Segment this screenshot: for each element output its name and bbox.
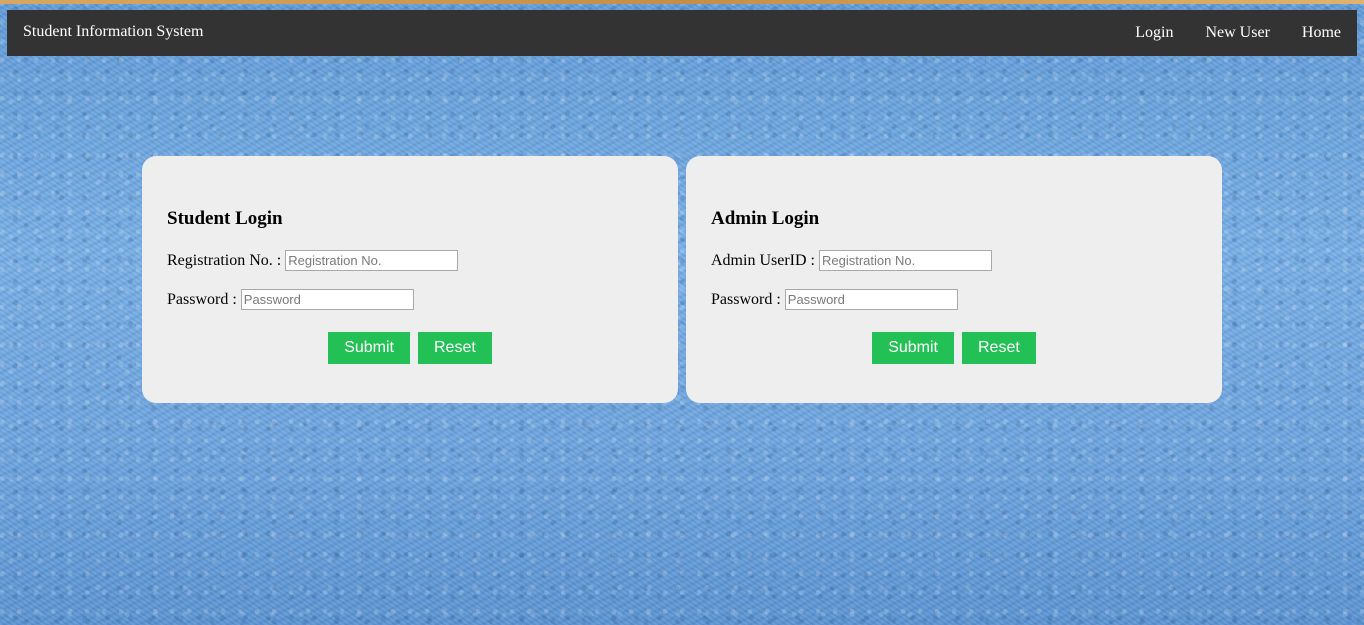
student-login-card: Student Login Registration No. : Passwor… (142, 156, 678, 403)
admin-submit-button[interactable]: Submit (872, 332, 954, 364)
student-submit-button[interactable]: Submit (328, 332, 410, 364)
registration-row: Registration No. : (167, 250, 459, 271)
nav-link-home[interactable]: Home (1286, 10, 1357, 56)
admin-userid-row: Admin UserID : (711, 250, 992, 271)
student-password-row: Password : (167, 289, 414, 310)
student-password-label: Password : (167, 290, 237, 308)
site-title: Student Information System (23, 23, 204, 40)
admin-login-title: Admin Login (711, 208, 820, 229)
nav-link-login[interactable]: Login (1119, 10, 1189, 56)
admin-password-label: Password : (711, 290, 781, 308)
registration-label: Registration No. : (167, 251, 282, 269)
student-button-group: Submit Reset (142, 332, 678, 364)
nav-link-new-user[interactable]: New User (1189, 10, 1285, 56)
admin-password-input[interactable] (784, 289, 958, 310)
student-password-input[interactable] (240, 289, 414, 310)
admin-userid-input[interactable] (818, 250, 992, 271)
student-login-title: Student Login (167, 208, 283, 229)
admin-login-card: Admin Login Admin UserID : Password : Su… (686, 156, 1222, 403)
admin-userid-label: Admin UserID : (711, 251, 815, 269)
nav-links: Login New User Home (1119, 10, 1357, 56)
admin-password-row: Password : (711, 289, 958, 310)
admin-reset-button[interactable]: Reset (962, 332, 1036, 364)
student-reset-button[interactable]: Reset (418, 332, 492, 364)
top-navbar: Student Information System Login New Use… (7, 10, 1357, 56)
admin-button-group: Submit Reset (686, 332, 1222, 364)
top-edge-strip (0, 0, 1364, 4)
student-registration-input[interactable] (285, 250, 459, 271)
